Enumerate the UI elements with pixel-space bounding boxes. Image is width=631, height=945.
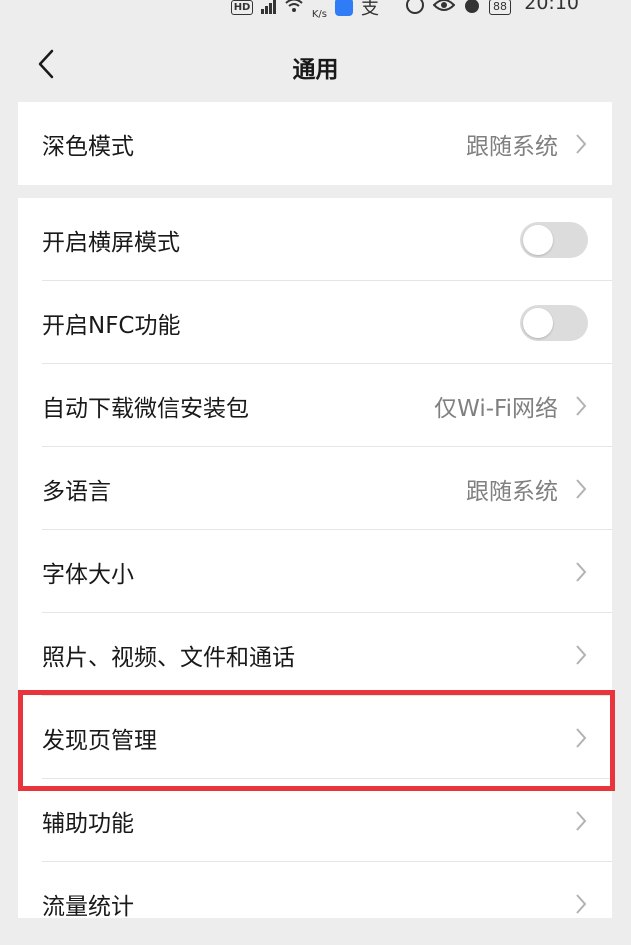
chevron-right-icon <box>576 396 587 416</box>
setting-row-accessibility[interactable]: 辅助功能 <box>18 779 612 862</box>
setting-label: 深色模式 <box>42 133 134 160</box>
setting-label: 字体大小 <box>42 561 134 588</box>
setting-row-language[interactable]: 多语言 跟随系统 <box>18 447 612 530</box>
settings-group-general: 开启横屏模式 开启NFC功能 自动下载微信安装包 仅Wi-Fi网络 多语言 跟随… <box>18 198 612 920</box>
nfc-toggle[interactable] <box>520 305 588 341</box>
setting-value: 跟随系统 <box>466 478 558 505</box>
setting-row-data-usage[interactable]: 流量统计 <box>18 862 612 945</box>
setting-label: 开启横屏模式 <box>42 229 180 256</box>
toggle-knob <box>523 225 553 255</box>
setting-row-discover-manage[interactable]: 发现页管理 <box>18 696 612 779</box>
battery-icon: 88 <box>489 0 511 15</box>
status-time: 20:10 <box>524 0 579 14</box>
alarm-icon <box>463 0 481 18</box>
settings-group-display: 深色模式 跟随系统 <box>18 102 612 185</box>
setting-value: 仅Wi-Fi网络 <box>434 395 558 422</box>
chevron-right-icon <box>576 645 587 665</box>
setting-label: 照片、视频、文件和通话 <box>42 644 295 671</box>
setting-row-dark-mode[interactable]: 深色模式 跟随系统 <box>18 102 612 185</box>
setting-label: 开启NFC功能 <box>42 312 181 339</box>
setting-row-nfc: 开启NFC功能 <box>18 281 612 364</box>
chevron-right-icon <box>576 479 587 499</box>
cloud-app-icon <box>335 0 353 16</box>
landscape-toggle[interactable] <box>520 222 588 258</box>
setting-label: 流量统计 <box>42 893 134 920</box>
setting-label: 多语言 <box>42 478 111 505</box>
setting-label: 辅助功能 <box>42 810 134 837</box>
hd-icon: HD <box>230 0 254 15</box>
setting-value: 跟随系统 <box>466 133 558 160</box>
setting-row-auto-download[interactable]: 自动下载微信安装包 仅Wi-Fi网络 <box>18 364 612 447</box>
eye-icon <box>432 0 456 16</box>
chevron-right-icon <box>576 894 587 914</box>
toggle-knob <box>523 308 553 338</box>
chevron-right-icon <box>576 728 587 748</box>
setting-row-landscape: 开启横屏模式 <box>18 198 612 281</box>
chevron-right-icon <box>576 811 587 831</box>
nfc-icon <box>405 0 425 18</box>
carrier-char: 支 <box>361 0 379 19</box>
setting-label: 发现页管理 <box>42 727 157 754</box>
signal-icon <box>261 0 276 14</box>
setting-row-font-size[interactable]: 字体大小 <box>18 530 612 613</box>
status-icons: HD K/s 支 88 <box>230 0 511 20</box>
status-bar: HD K/s 支 88 20:10 <box>0 0 631 22</box>
wifi-icon <box>284 0 304 17</box>
chevron-right-icon <box>576 562 587 582</box>
net-speed-unit: K/s <box>311 8 327 20</box>
setting-label: 自动下载微信安装包 <box>42 395 249 422</box>
nav-bar: 通用 <box>0 22 631 102</box>
chevron-right-icon <box>576 134 587 154</box>
page-title: 通用 <box>292 57 339 83</box>
setting-row-media[interactable]: 照片、视频、文件和通话 <box>18 613 612 696</box>
